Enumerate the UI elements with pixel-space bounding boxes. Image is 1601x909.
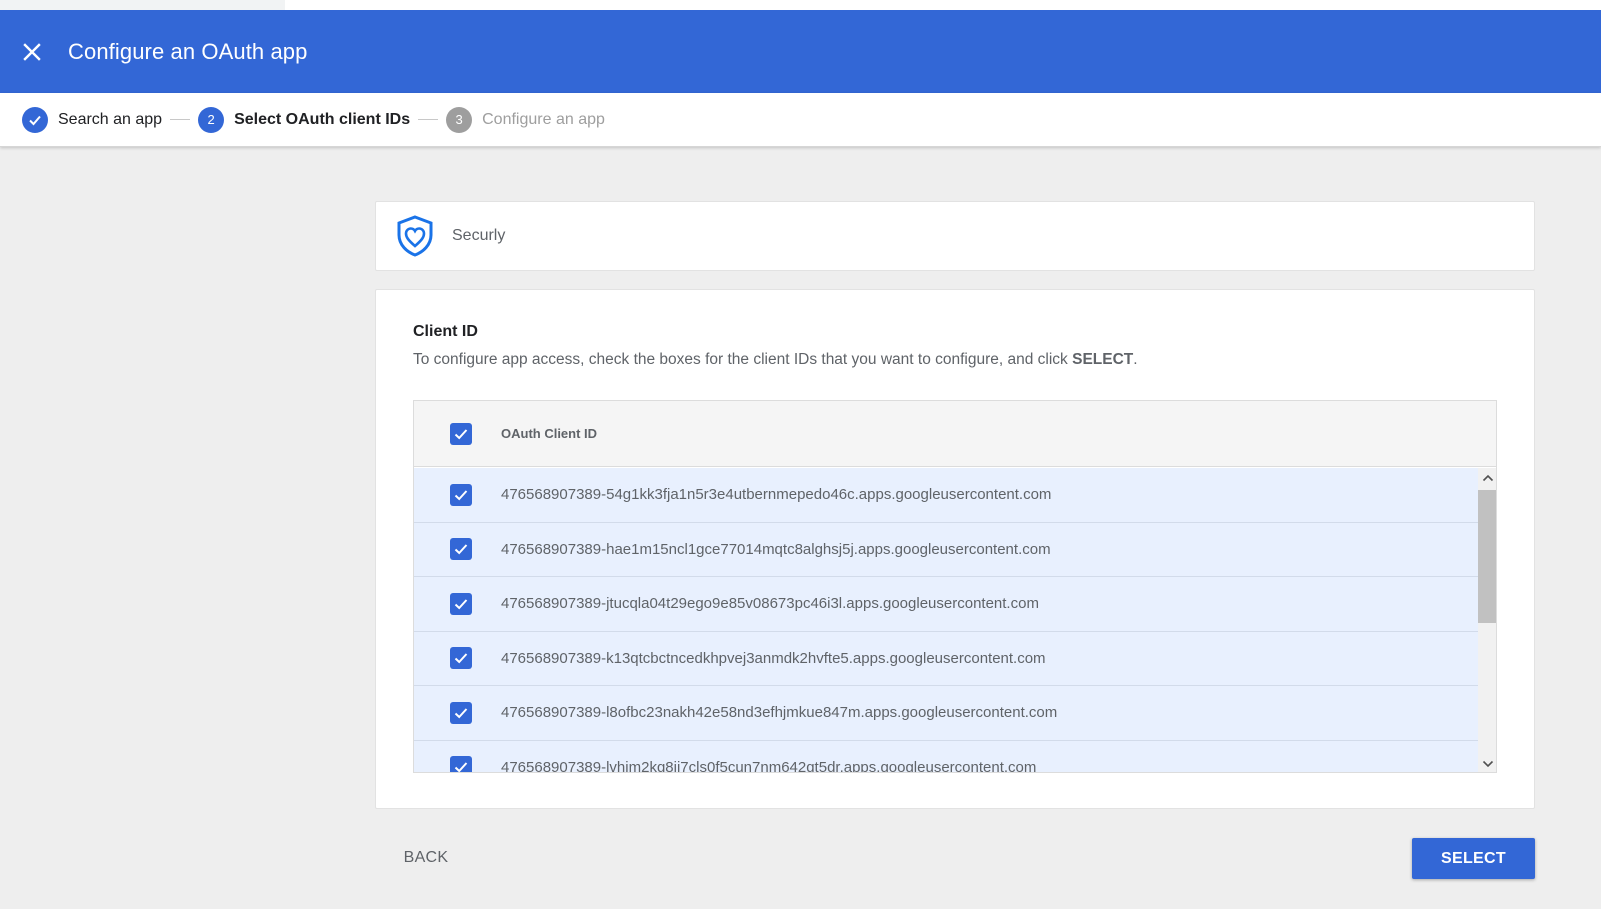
client-id-card: Client ID To configure app access, check… — [375, 289, 1535, 809]
row-checkbox[interactable] — [450, 483, 472, 506]
chevron-down-icon[interactable] — [1478, 754, 1496, 772]
page-title: Configure an OAuth app — [68, 38, 308, 64]
shield-heart-icon — [396, 215, 434, 257]
check-icon — [454, 653, 468, 664]
step-label: Configure an app — [482, 110, 605, 128]
browser-top-strip — [0, 0, 1601, 10]
row-checkbox[interactable] — [450, 538, 472, 561]
client-id-value: 476568907389-54g1kk3fja1n5r3e4utbernmepe… — [501, 486, 1052, 504]
column-header-client-id: OAuth Client ID — [501, 426, 598, 441]
row-checkbox[interactable] — [450, 647, 472, 670]
select-button[interactable]: SELECT — [1412, 838, 1535, 879]
table-scrollbar[interactable] — [1478, 468, 1496, 772]
table-row[interactable]: 476568907389-54g1kk3fja1n5r3e4utbernmepe… — [414, 468, 1478, 523]
step-select-client-ids: 2 Select OAuth client IDs — [198, 106, 411, 133]
step-number: 2 — [198, 106, 225, 133]
step-configure-app: 3 Configure an app — [446, 106, 605, 133]
table-row[interactable]: 476568907389-jtucqla04t29ego9e85v08673pc… — [414, 577, 1478, 632]
client-id-value: 476568907389-hae1m15ncl1gce77014mqtc8alg… — [501, 540, 1051, 558]
check-icon — [454, 599, 468, 610]
client-id-table: OAuth Client ID 476568907389-54g1kk3fja1… — [413, 400, 1497, 773]
step-label: Select OAuth client IDs — [234, 110, 411, 128]
check-icon — [454, 708, 468, 719]
section-heading: Client ID — [413, 323, 478, 340]
app-bar: Configure an OAuth app — [0, 10, 1601, 93]
table-row[interactable]: 476568907389-hae1m15ncl1gce77014mqtc8alg… — [414, 522, 1478, 577]
step-connector — [170, 119, 191, 120]
table-header: OAuth Client ID — [414, 401, 1496, 467]
check-icon — [22, 106, 48, 133]
row-checkbox[interactable] — [450, 756, 472, 772]
client-id-value: 476568907389-l8ofbc23nakh42e58nd3efhjmku… — [501, 704, 1058, 722]
check-icon — [454, 490, 468, 501]
step-number: 3 — [446, 106, 473, 133]
check-icon — [454, 544, 468, 555]
table-body: 476568907389-54g1kk3fja1n5r3e4utbernmepe… — [414, 468, 1478, 773]
client-id-value: 476568907389-k13qtcbctncedkhpvej3anmdk2h… — [501, 649, 1046, 667]
client-id-value: 476568907389-lvhjm2kq8ji7cls0f5cun7nm642… — [501, 758, 1037, 773]
scrollbar-thumb[interactable] — [1478, 490, 1496, 623]
client-id-value: 476568907389-jtucqla04t29ego9e85v08673pc… — [501, 595, 1039, 613]
check-icon — [454, 428, 468, 439]
step-search-app: Search an app — [22, 106, 163, 133]
select-all-checkbox[interactable] — [450, 422, 472, 445]
step-label: Search an app — [58, 110, 163, 128]
section-description: To configure app access, check the boxes… — [413, 351, 1138, 368]
back-button[interactable]: BACK — [393, 840, 459, 876]
row-checkbox[interactable] — [450, 701, 472, 724]
table-row[interactable]: 476568907389-lvhjm2kq8ji7cls0f5cun7nm642… — [414, 740, 1478, 773]
table-row[interactable]: 476568907389-k13qtcbctncedkhpvej3anmdk2h… — [414, 631, 1478, 686]
app-name: Securly — [452, 227, 506, 244]
step-connector — [418, 119, 439, 120]
close-icon[interactable] — [19, 39, 45, 65]
check-icon — [454, 762, 468, 772]
chevron-up-icon[interactable] — [1478, 468, 1496, 488]
stepper: Search an app 2 Select OAuth client IDs … — [0, 93, 1601, 147]
app-card: Securly — [375, 201, 1535, 271]
row-checkbox[interactable] — [450, 592, 472, 615]
table-row[interactable]: 476568907389-l8ofbc23nakh42e58nd3efhjmku… — [414, 686, 1478, 741]
